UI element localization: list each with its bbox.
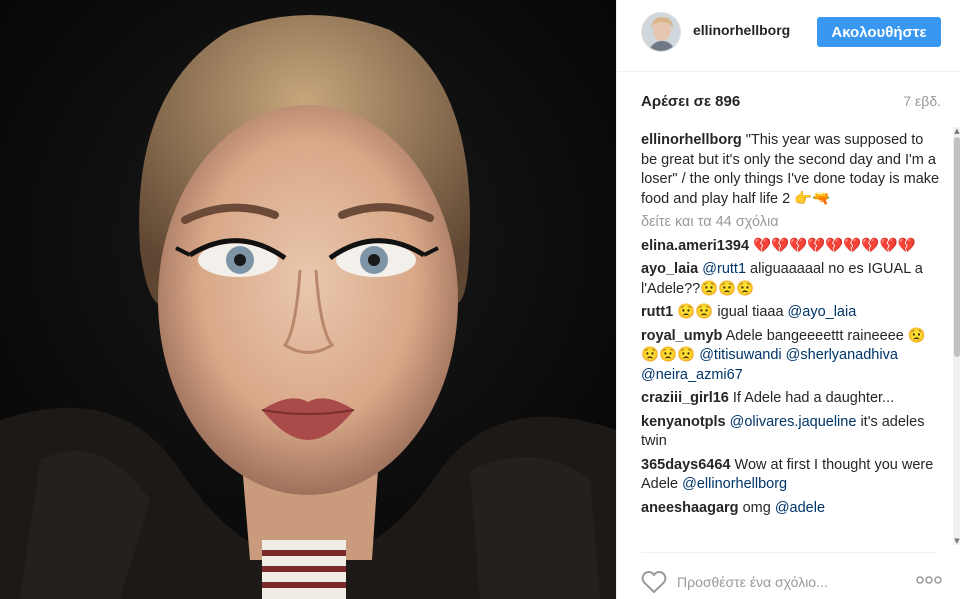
comment-username[interactable]: royal_umyb [641,328,722,344]
list-item: royal_umyb Adele bangeeeettt raineeee 😟😟… [641,327,941,386]
comment-username[interactable]: rutt1 [641,304,673,320]
comment-mention[interactable]: @ellinorhellborg [682,476,787,492]
comment-username[interactable]: craziii_girl16 [641,390,729,406]
comment-mention[interactable]: @titisuwandi [699,347,781,363]
comments-list: ellinorhellborg "This year was supposed … [641,131,941,545]
scroll-down-icon[interactable]: ▼ [953,537,960,545]
post-header: ellinorhellborg Ακολουθήστε [617,0,960,72]
follow-button[interactable]: Ακολουθήστε [817,17,941,47]
comment-mention[interactable]: @ayo_laia [788,304,857,320]
post-timestamp[interactable]: 7 εβδ. [903,93,941,109]
comment-input[interactable] [677,570,897,594]
list-item: kenyanotpls @olivares.jaqueline it's ade… [641,413,941,452]
comment-mention[interactable]: @adele [775,500,825,516]
comment-text: 💔💔💔💔💔💔💔💔💔 [753,237,916,254]
portrait-image [0,0,616,599]
likes-count[interactable]: Αρέσει σε 896 [641,93,740,110]
post-username[interactable]: ellinorhellborg [693,22,790,38]
comment-mention[interactable]: @olivares.jaqueline [730,414,857,430]
list-item: craziii_girl16 If Adele had a daughter..… [641,389,941,409]
comment-mention[interactable]: @neira_azmi67 [641,367,743,383]
more-options-icon[interactable] [915,573,943,587]
list-item: aneeshaagarg omg @adele [641,499,941,519]
list-item: 365days6464 Wow at first I thought you w… [641,456,941,495]
caption-username[interactable]: ellinorhellborg [641,132,742,148]
comment-text: 😟😟 igual tiaaa [677,304,784,320]
comments-scrollbar[interactable]: ▲ ▼ [953,127,960,545]
post-sidebar: ellinorhellborg Ακολουθήστε Αρέσει σε 89… [616,0,960,599]
list-item: elina.ameri1394 💔💔💔💔💔💔💔💔💔 [641,237,941,257]
list-item: ayo_laia @rutt1 aliguaaaaal no es IGUAL … [641,260,941,299]
comment-username[interactable]: ayo_laia [641,261,698,277]
comment-bar [617,553,960,599]
scroll-thumb[interactable] [954,137,960,357]
comment-text: omg [742,499,771,516]
comment-text: If Adele had a daughter... [732,390,895,406]
comment-mention[interactable]: @sherlyanadhiva [786,347,898,363]
comment-username[interactable]: elina.ameri1394 [641,238,749,254]
comment-username[interactable]: 365days6464 [641,457,731,473]
post-photo[interactable] [0,0,616,599]
avatar[interactable] [641,12,681,52]
scroll-up-icon[interactable]: ▲ [953,127,960,135]
likes-row: Αρέσει σε 896 7 εβδ. [641,93,941,115]
caption: ellinorhellborg "This year was supposed … [641,131,941,209]
heart-outline-icon[interactable] [641,570,667,594]
view-all-comments-link[interactable]: δείτε και τα 44 σχόλια [641,213,941,233]
comment-username[interactable]: aneeshaagarg [641,500,739,516]
avatar-image [642,13,680,51]
comment-username[interactable]: kenyanotpls [641,414,726,430]
list-item: rutt1 😟😟 igual tiaaa @ayo_laia [641,303,941,323]
comment-mention[interactable]: @rutt1 [702,261,746,277]
